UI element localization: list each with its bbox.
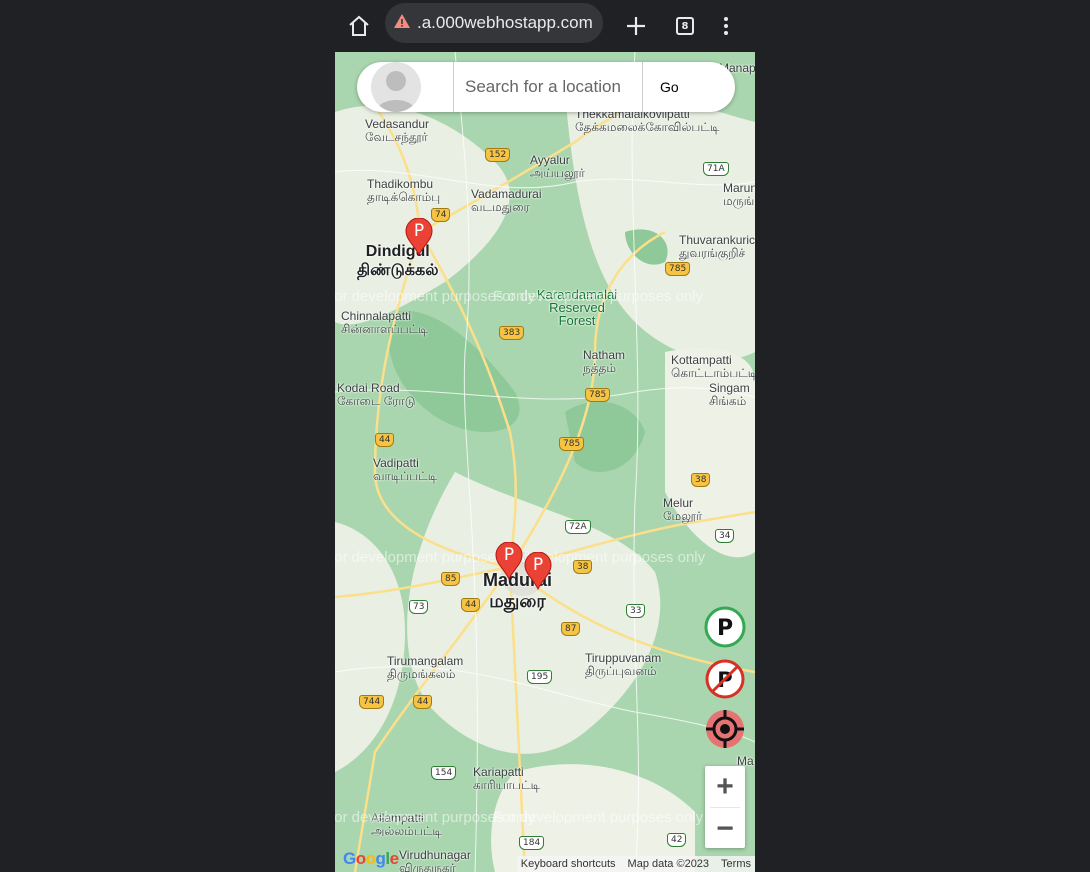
route-shield: 154 xyxy=(431,766,457,780)
route-shield: 33 xyxy=(626,604,646,618)
place-label: Vadipatti வாடிப்பட்டி xyxy=(373,456,438,483)
place-label: Kottampatti கொட்டாம்பட்டி xyxy=(671,353,755,380)
route-shield: 785 xyxy=(559,437,585,451)
zoom-out-button[interactable]: − xyxy=(705,808,745,849)
zoom-control: + − xyxy=(705,766,745,848)
route-shield: 152 xyxy=(485,148,511,162)
keyboard-shortcuts-link[interactable]: Keyboard shortcuts xyxy=(521,858,616,870)
route-shield: 785 xyxy=(585,388,611,402)
map-data-text: Map data ©2023 xyxy=(627,858,710,870)
place-label: Ayyalur அய்யலூர் xyxy=(530,153,585,180)
route-shield: 383 xyxy=(499,326,525,340)
place-label: Virudhunagar விருதுநகர் xyxy=(399,848,471,872)
route-shield: 184 xyxy=(519,836,545,850)
place-label: Thadikombu தாடிக்கொம்பு xyxy=(367,177,441,204)
place-label: Melur மேலூர் xyxy=(663,496,703,523)
parking-marker[interactable]: P xyxy=(495,541,523,581)
route-shield: 72A xyxy=(565,520,591,534)
search-bar: Go xyxy=(357,62,735,112)
place-label: Vedasandur வேடசந்தூர் xyxy=(365,117,430,144)
route-shield: 44 xyxy=(375,433,395,447)
place-label: Kodai Road கோடை ரோடு xyxy=(337,381,416,408)
tab-switcher-icon[interactable]: 8 xyxy=(665,6,705,46)
route-shield: 744 xyxy=(359,695,385,709)
route-shield: 71A xyxy=(703,162,729,176)
parking-marker[interactable]: P xyxy=(524,551,552,591)
place-label: Singam சிங்கம் xyxy=(709,381,750,408)
route-shield: 87 xyxy=(561,622,581,636)
zoom-in-button[interactable]: + xyxy=(705,766,745,807)
route-shield: 42 xyxy=(667,833,687,847)
place-label: Tiruppuvanam திருப்புவனம் xyxy=(585,651,662,678)
place-label: Chinnalapatti சின்னாளப்பட்டி xyxy=(341,309,428,336)
svg-text:P: P xyxy=(717,616,733,641)
route-shield: 73 xyxy=(409,600,429,614)
route-shield: 44 xyxy=(461,598,481,612)
route-shield: 38 xyxy=(573,560,593,574)
place-label: Thuvarankurichiதுவரங்குறிச் xyxy=(679,233,755,260)
parking-available-button[interactable]: P xyxy=(704,606,746,648)
search-input[interactable] xyxy=(454,67,642,107)
phone-screen: .a.000webhostapp.com 8 Vedasandur வேடசந்… xyxy=(335,0,755,872)
place-label: Natham நத்தம் xyxy=(583,348,626,375)
route-shield: 34 xyxy=(715,529,735,543)
locate-me-button[interactable] xyxy=(704,708,746,750)
browser-toolbar: .a.000webhostapp.com 8 xyxy=(335,0,755,52)
dev-watermark: For development purposes only xyxy=(493,809,704,826)
home-icon[interactable] xyxy=(339,6,379,46)
parking-marker[interactable]: P xyxy=(405,217,433,257)
url-bar[interactable]: .a.000webhostapp.com xyxy=(385,3,603,43)
no-parking-button[interactable]: P xyxy=(704,658,746,700)
url-text: .a.000webhostapp.com xyxy=(417,13,593,32)
place-label: Vadamadurai வடமதுரை xyxy=(471,187,542,214)
new-tab-icon[interactable] xyxy=(616,6,656,46)
route-shield: 85 xyxy=(441,572,461,586)
map-canvas[interactable]: Vedasandur வேடசந்தூர் Thekkamalaikovilpat… xyxy=(335,52,755,872)
go-button[interactable]: Go xyxy=(643,79,679,95)
route-shield: 785 xyxy=(665,262,691,276)
route-shield: 74 xyxy=(431,208,451,222)
google-logo[interactable]: Google xyxy=(343,849,399,869)
place-label: Marun மருங் xyxy=(723,181,755,208)
dev-watermark: For development purposes only xyxy=(493,288,704,305)
warning-icon xyxy=(393,12,411,35)
route-shield: 195 xyxy=(527,670,553,684)
place-label: Kariapatti காரியாபட்டி xyxy=(473,765,541,792)
avatar[interactable] xyxy=(371,62,421,112)
menu-icon[interactable] xyxy=(706,6,746,46)
route-shield: 38 xyxy=(691,473,711,487)
tab-count: 8 xyxy=(676,17,694,35)
map-footer: Keyboard shortcuts Map data ©2023 Terms xyxy=(516,856,755,872)
terms-link[interactable]: Terms xyxy=(721,858,751,870)
place-label: Tirumangalam திருமங்கலம் xyxy=(387,654,464,681)
route-shield: 44 xyxy=(413,695,433,709)
